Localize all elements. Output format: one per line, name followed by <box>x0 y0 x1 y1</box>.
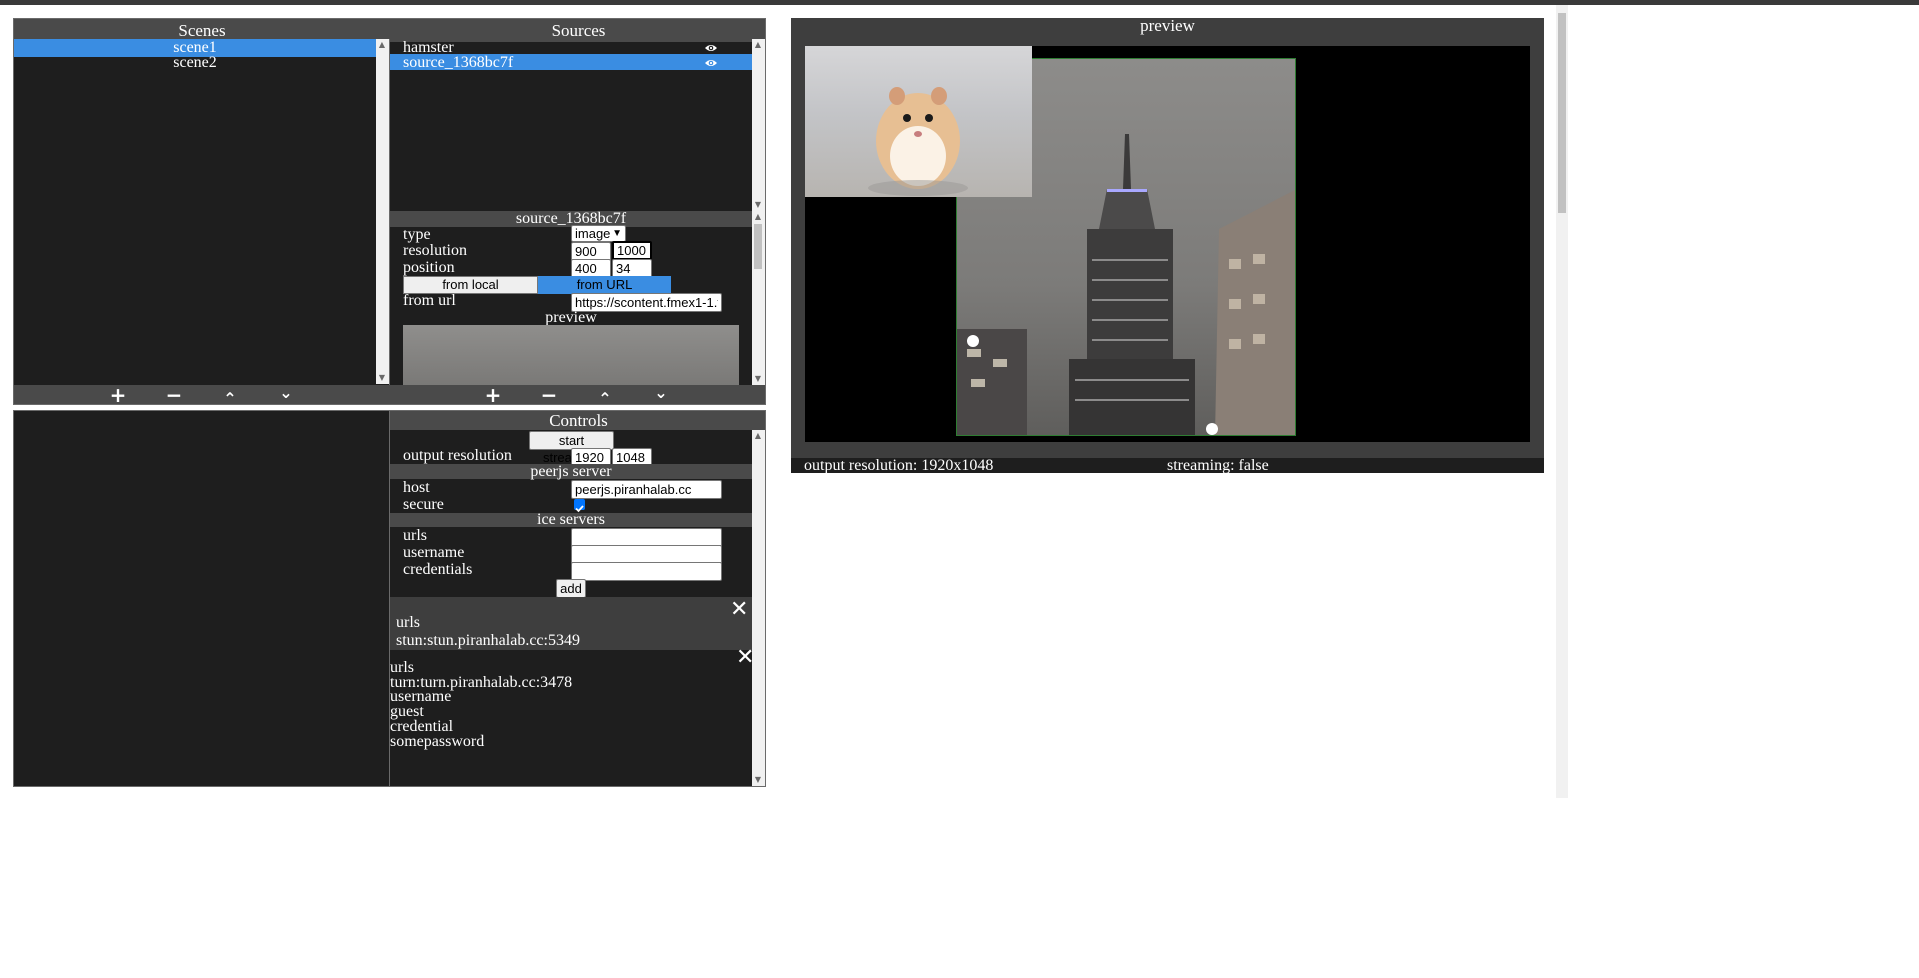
add-scene-button[interactable]: + <box>101 385 135 405</box>
chevron-up-icon: ⌃ <box>223 389 237 405</box>
host-label: host <box>403 479 430 496</box>
ice-entry-text: urls turn:turn.piranhalab.cc:3478 userna… <box>390 660 572 750</box>
preview-header: preview <box>791 16 1544 40</box>
ice-urls-value: stun:stun.piranhalab.cc:5349 <box>396 632 580 649</box>
ice-entry-text: urls stun:stun.piranhalab.cc:5349 <box>396 614 580 650</box>
type-select[interactable]: image ▼ <box>571 225 626 242</box>
browser-top-bar <box>0 0 1919 5</box>
peerjs-header: peerjs server <box>390 463 752 480</box>
ice-credential-value: somepassword <box>390 732 485 750</box>
from-local-label: from local <box>442 277 499 292</box>
ice-entry: ✕ urls turn:turn.piranhalab.cc:3478 user… <box>390 645 754 786</box>
streaming-status: streaming: false <box>1167 457 1269 474</box>
ice-entry: ✕ urls stun:stun.piranhalab.cc:5349 <box>390 597 752 650</box>
minus-icon: − <box>165 383 183 405</box>
add-label: add <box>560 581 582 596</box>
output-resolution-status: output resolution: 1920x1048 <box>804 457 994 474</box>
controls-header: Controls <box>390 411 765 430</box>
ice-credentials-input[interactable] <box>571 562 722 581</box>
from-url-field-label: from url <box>403 292 456 309</box>
scroll-up-arrow-icon[interactable]: ▲ <box>752 430 764 442</box>
urls-label: urls <box>403 527 427 544</box>
output-resolution-label: output resolution <box>403 447 512 464</box>
scroll-down-arrow-icon[interactable]: ▼ <box>752 774 764 786</box>
scenes-title: Scenes <box>178 21 226 40</box>
move-source-up-button[interactable]: ⌃ <box>588 388 622 405</box>
source-label: source_1368bc7f <box>403 54 514 71</box>
chevron-down-icon: ⌄ <box>279 383 293 402</box>
preview-panel: preview output resolution: 1920x1048 str… <box>791 16 1544 474</box>
move-scene-down-button[interactable]: ⌄ <box>269 382 303 403</box>
preview-canvas <box>805 46 1530 442</box>
chevron-down-icon: ▼ <box>612 228 622 239</box>
secure-label: secure <box>403 496 444 513</box>
scene-label: scene2 <box>173 54 217 71</box>
resolution-height-input[interactable] <box>612 241 652 260</box>
scroll-down-arrow-icon[interactable]: ▼ <box>752 373 764 385</box>
add-source-button[interactable]: + <box>476 385 510 405</box>
minus-icon: − <box>540 383 558 405</box>
from-url-button[interactable]: from URL <box>538 276 671 294</box>
source-preview-label: preview <box>545 309 597 326</box>
sources-title: Sources <box>551 21 606 40</box>
plus-icon: + <box>109 383 127 405</box>
sources-list-scrollbar[interactable]: ▲ ▼ <box>752 39 765 211</box>
close-icon[interactable]: ✕ <box>730 597 748 622</box>
scene-item-scene2[interactable]: scene2 <box>14 54 376 72</box>
ice-urls-key: urls <box>396 614 420 631</box>
hamster-illustration <box>868 87 968 196</box>
scenes-sources-panel: Scenes Sources scene1 scene2 ▲ ▼ hamster… <box>13 18 766 405</box>
page-scroll-thumb[interactable] <box>1558 13 1566 213</box>
source-item-source_1368bc7f[interactable]: source_1368bc7f <box>390 54 752 73</box>
scroll-up-arrow-icon[interactable]: ▲ <box>752 211 764 223</box>
move-scene-up-button[interactable]: ⌃ <box>213 388 247 405</box>
ice-servers-title: ice servers <box>537 511 605 528</box>
scroll-down-arrow-icon[interactable]: ▼ <box>752 199 764 211</box>
controls-title: Controls <box>549 411 608 430</box>
sources-toolbar: + − ⌃ ⌄ <box>390 382 765 405</box>
chevron-down-icon: ⌄ <box>654 383 668 402</box>
eye-icon[interactable] <box>704 55 718 73</box>
from-url-label: from URL <box>576 277 633 292</box>
source-preview-image <box>403 325 739 385</box>
controls-panel: Controls start streaming output resoluti… <box>13 410 766 787</box>
scroll-up-arrow-icon[interactable]: ▲ <box>752 39 764 51</box>
remove-source-button[interactable]: − <box>532 385 566 405</box>
resolution-label: resolution <box>403 242 467 259</box>
add-ice-server-button[interactable]: add <box>556 579 586 598</box>
scroll-up-arrow-icon[interactable]: ▲ <box>376 39 388 51</box>
empty-left-area <box>14 411 390 786</box>
move-source-down-button[interactable]: ⌄ <box>644 382 678 403</box>
source-props-scrollbar[interactable]: ▲ ▼ <box>752 211 765 385</box>
peerjs-title: peerjs server <box>530 463 612 480</box>
position-label: position <box>403 259 455 276</box>
preview-status-bar: output resolution: 1920x1048 streaming: … <box>791 457 1544 474</box>
source-image-hamster[interactable] <box>805 46 1032 197</box>
scenes-scrollbar[interactable]: ▲ ▼ <box>376 39 389 384</box>
page-scrollbar[interactable] <box>1556 5 1568 798</box>
ice-servers-header: ice servers <box>390 511 752 528</box>
chevron-up-icon: ⌃ <box>598 389 612 405</box>
scroll-thumb[interactable] <box>754 224 762 269</box>
plus-icon: + <box>484 383 502 405</box>
scroll-down-arrow-icon[interactable]: ▼ <box>376 372 388 384</box>
credentials-label: credentials <box>403 561 473 578</box>
remove-scene-button[interactable]: − <box>157 385 191 405</box>
preview-title: preview <box>1140 16 1195 35</box>
type-select-value: image <box>575 226 611 241</box>
controls-scrollbar[interactable]: ▲ ▼ <box>752 430 765 786</box>
scenes-toolbar: + − ⌃ ⌄ <box>14 382 390 405</box>
host-input[interactable] <box>571 480 722 499</box>
username-label: username <box>403 544 465 561</box>
secure-checkbox[interactable] <box>574 499 585 513</box>
